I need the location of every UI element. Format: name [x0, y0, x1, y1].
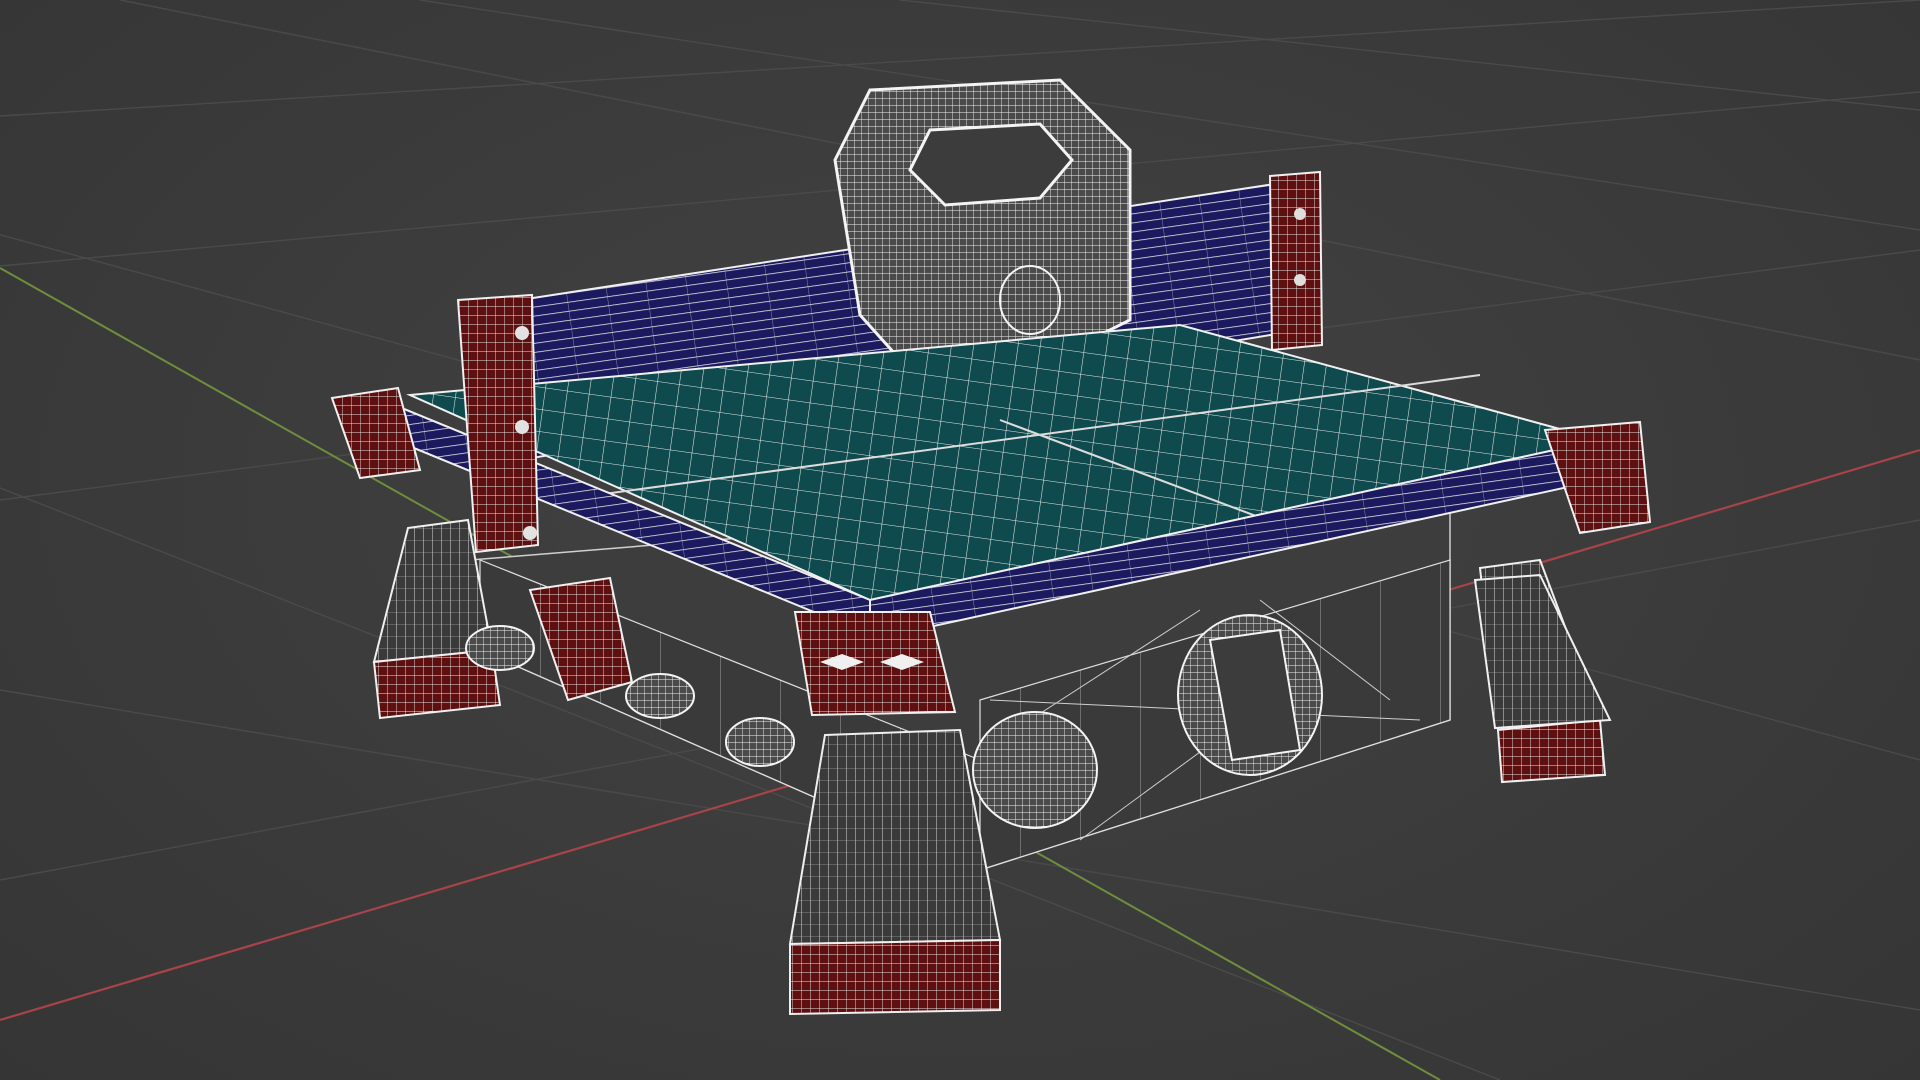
front-left-leg — [788, 728, 1002, 1016]
left-post — [456, 293, 540, 554]
3d-viewport[interactable] — [0, 0, 1920, 1080]
front-right-leg — [1473, 573, 1612, 730]
front-knob[interactable] — [972, 711, 1098, 829]
viewport-scene[interactable] — [0, 0, 1920, 1080]
right-post — [1268, 170, 1324, 352]
spindle-knob[interactable] — [999, 265, 1061, 335]
side-dial[interactable] — [1177, 614, 1323, 776]
